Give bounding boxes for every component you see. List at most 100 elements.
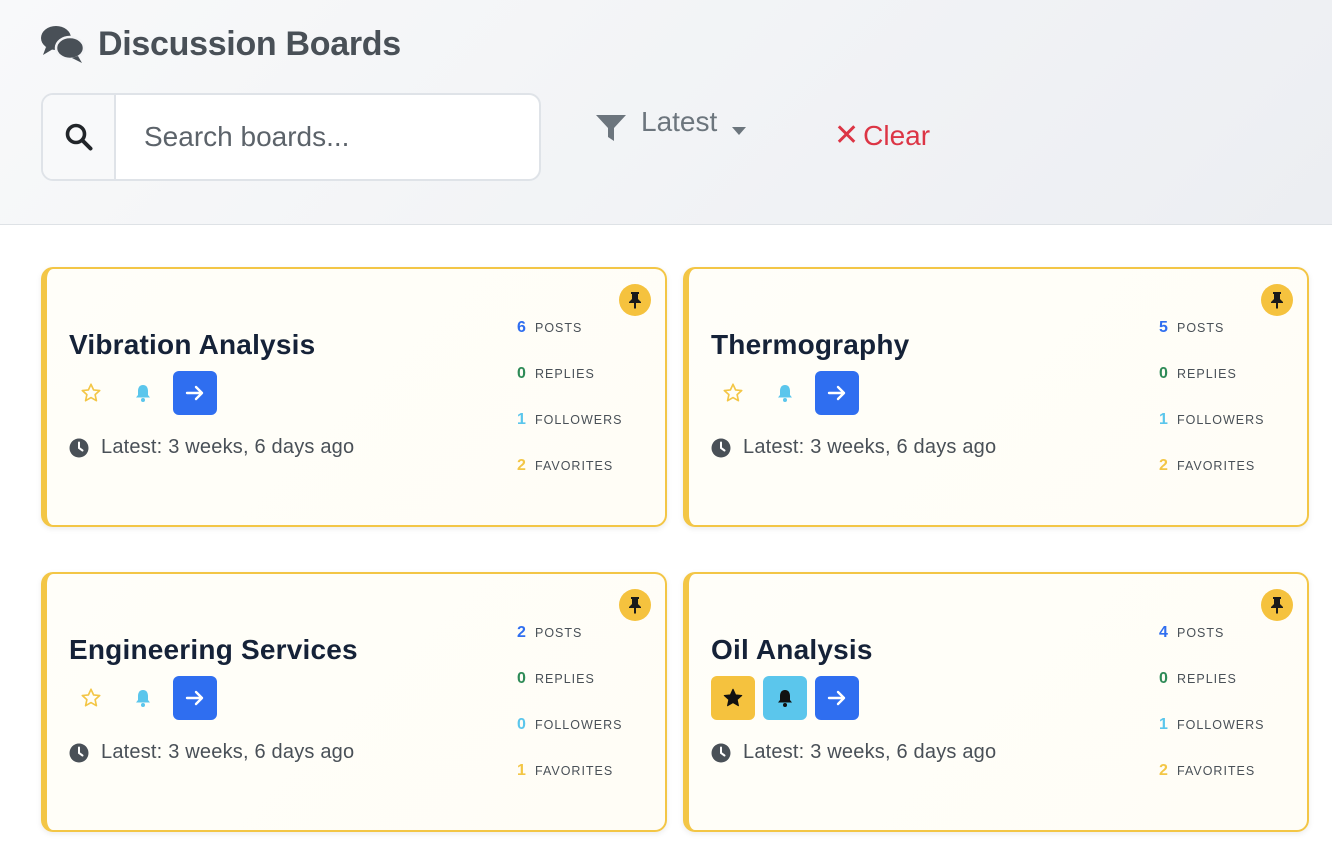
search-group	[41, 93, 541, 181]
follow-button[interactable]	[763, 676, 807, 720]
arrow-right-icon	[185, 690, 204, 706]
arrow-right-icon	[827, 385, 846, 401]
open-board-button[interactable]	[815, 676, 859, 720]
favorites-label: FAVORITES	[1177, 459, 1256, 473]
favorite-button[interactable]	[69, 371, 113, 415]
stat-followers: 1 FOLLOWERS	[517, 411, 623, 457]
bell-icon	[136, 690, 150, 707]
clock-icon	[711, 438, 731, 457]
clear-button[interactable]: ✕ Clear	[834, 120, 930, 152]
posts-count: 5	[1159, 319, 1168, 336]
follow-button[interactable]	[121, 371, 165, 415]
favorite-button[interactable]	[69, 676, 113, 720]
open-board-button[interactable]	[815, 371, 859, 415]
pin-icon	[619, 284, 651, 316]
board-title[interactable]: Vibration Analysis	[69, 329, 315, 361]
star-icon	[81, 688, 101, 707]
followers-count: 1	[1159, 716, 1168, 733]
board-actions	[711, 371, 867, 415]
posts-label: POSTS	[535, 626, 583, 640]
board-stats: 2 POSTS 0 REPLIES 0 FOLLOWERS 1 FAVORITES	[517, 624, 623, 808]
stat-replies: 0 REPLIES	[517, 670, 623, 716]
posts-count: 2	[517, 624, 526, 641]
board-title[interactable]: Oil Analysis	[711, 634, 873, 666]
clock-icon	[69, 438, 89, 457]
replies-count: 0	[1159, 670, 1168, 687]
replies-label: REPLIES	[1177, 367, 1237, 381]
favorites-count: 2	[517, 457, 526, 474]
stat-followers: 0 FOLLOWERS	[517, 716, 623, 762]
replies-label: REPLIES	[1177, 672, 1237, 686]
followers-label: FOLLOWERS	[535, 413, 623, 427]
stat-posts: 4 POSTS	[1159, 624, 1265, 670]
search-icon	[65, 123, 92, 151]
open-board-button[interactable]	[173, 676, 217, 720]
posts-label: POSTS	[1177, 321, 1225, 335]
favorites-count: 2	[1159, 457, 1168, 474]
latest-activity: Latest: 3 weeks, 6 days ago	[69, 741, 354, 764]
follow-button[interactable]	[121, 676, 165, 720]
header: Discussion Boards Latest ✕ Clear	[0, 0, 1332, 225]
filter-dropdown[interactable]: Latest	[595, 106, 747, 143]
favorites-label: FAVORITES	[1177, 764, 1256, 778]
clock-icon	[711, 743, 731, 762]
favorites-label: FAVORITES	[535, 459, 614, 473]
stat-followers: 1 FOLLOWERS	[1159, 716, 1265, 762]
latest-text: Latest: 3 weeks, 6 days ago	[101, 436, 355, 458]
clear-label: Clear	[863, 120, 931, 151]
board-stats: 5 POSTS 0 REPLIES 1 FOLLOWERS 2 FAVORITES	[1159, 319, 1265, 503]
open-board-button[interactable]	[173, 371, 217, 415]
board-title[interactable]: Thermography	[711, 329, 909, 361]
followers-count: 0	[517, 716, 526, 733]
pin-icon	[1261, 589, 1293, 621]
stat-favorites: 2 FAVORITES	[1159, 457, 1265, 503]
chat-bubbles-icon	[41, 26, 86, 63]
stat-followers: 1 FOLLOWERS	[1159, 411, 1265, 457]
follow-button[interactable]	[763, 371, 807, 415]
close-icon: ✕	[834, 119, 860, 152]
search-input[interactable]	[116, 95, 539, 179]
posts-count: 6	[517, 319, 526, 336]
pin-icon	[619, 589, 651, 621]
favorites-count: 2	[1159, 762, 1168, 779]
replies-label: REPLIES	[535, 367, 595, 381]
latest-text: Latest: 3 weeks, 6 days ago	[743, 741, 997, 763]
board-actions	[711, 676, 867, 720]
board-card[interactable]: Engineering Services Latest: 3 weeks, 6 …	[41, 572, 667, 832]
latest-activity: Latest: 3 weeks, 6 days ago	[711, 741, 996, 764]
favorites-label: FAVORITES	[535, 764, 614, 778]
board-actions	[69, 371, 225, 415]
caret-down-icon	[732, 127, 747, 135]
arrow-right-icon	[185, 385, 204, 401]
followers-count: 1	[1159, 411, 1168, 428]
bell-icon	[778, 385, 792, 402]
board-card[interactable]: Vibration Analysis Latest: 3 weeks, 6 da…	[41, 267, 667, 527]
posts-count: 4	[1159, 624, 1168, 641]
stat-replies: 0 REPLIES	[517, 365, 623, 411]
favorites-count: 1	[517, 762, 526, 779]
pin-icon	[1261, 284, 1293, 316]
favorite-button[interactable]	[711, 371, 755, 415]
favorite-button[interactable]	[711, 676, 755, 720]
board-stats: 6 POSTS 0 REPLIES 1 FOLLOWERS 2 FAVORITES	[517, 319, 623, 503]
posts-label: POSTS	[535, 321, 583, 335]
followers-label: FOLLOWERS	[1177, 413, 1265, 427]
board-title[interactable]: Engineering Services	[69, 634, 358, 666]
clock-icon	[69, 743, 89, 762]
star-icon	[723, 688, 743, 707]
board-card[interactable]: Thermography Latest: 3 weeks, 6 days ago…	[683, 267, 1309, 527]
stat-favorites: 1 FAVORITES	[517, 762, 623, 808]
bell-icon	[778, 690, 792, 707]
latest-activity: Latest: 3 weeks, 6 days ago	[69, 436, 354, 459]
replies-count: 0	[517, 670, 526, 687]
followers-count: 1	[517, 411, 526, 428]
arrow-right-icon	[827, 690, 846, 706]
stat-posts: 5 POSTS	[1159, 319, 1265, 365]
page-title: Discussion Boards	[98, 24, 401, 63]
stat-posts: 6 POSTS	[517, 319, 623, 365]
board-card[interactable]: Oil Analysis Latest: 3 weeks, 6 days ago…	[683, 572, 1309, 832]
stat-replies: 0 REPLIES	[1159, 670, 1265, 716]
stat-favorites: 2 FAVORITES	[1159, 762, 1265, 808]
star-icon	[723, 383, 743, 402]
followers-label: FOLLOWERS	[1177, 718, 1265, 732]
